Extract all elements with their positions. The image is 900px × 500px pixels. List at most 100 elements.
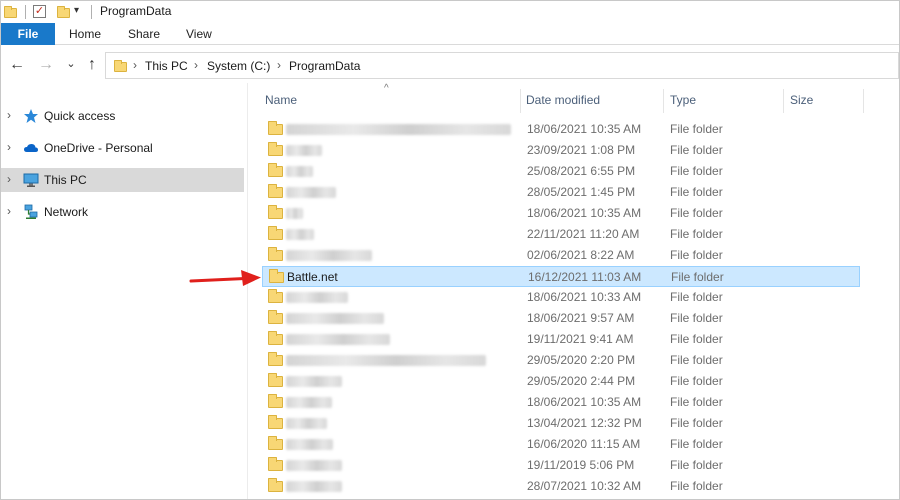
breadcrumb-programdata[interactable]: ProgramData — [289, 59, 360, 73]
breadcrumb-separator[interactable]: › — [194, 58, 198, 72]
file-type: File folder — [670, 311, 723, 325]
file-date-modified: 29/05/2020 2:44 PM — [527, 374, 636, 388]
file-row[interactable]: 18/06/2021 10:35 AM File folder — [262, 392, 860, 413]
file-row[interactable]: 28/05/2021 1:45 PM File folder — [262, 182, 860, 203]
column-header-type[interactable]: Type — [670, 93, 696, 111]
file-explorer-window: ✓ ▾ ProgramData File Home Share View ← →… — [0, 0, 900, 500]
file-date-modified: 13/04/2021 12:32 PM — [527, 416, 642, 430]
address-bar[interactable]: › This PC › System (C:) › ProgramData — [105, 52, 899, 79]
folder-icon — [268, 394, 283, 408]
breadcrumb-separator[interactable]: › — [277, 58, 281, 72]
folder-icon — [268, 478, 283, 492]
file-row[interactable]: 02/06/2021 8:22 AM File folder — [262, 245, 860, 266]
forward-icon[interactable]: → — [38, 57, 54, 73]
file-row[interactable]: 23/09/2021 1:08 PM File folder — [262, 140, 860, 161]
properties-check-icon[interactable]: ✓ — [33, 5, 46, 18]
redacted-file-name — [286, 376, 342, 387]
file-row[interactable]: 18/06/2021 10:35 AM File folder — [262, 203, 860, 224]
file-date-modified: 22/11/2021 11:20 AM — [527, 227, 640, 241]
tab-view[interactable]: View — [186, 23, 212, 45]
new-folder-icon[interactable] — [57, 6, 70, 18]
folder-icon — [268, 163, 283, 177]
recent-locations-chevron-icon[interactable]: ⌄ — [63, 56, 79, 72]
customize-toolbar-dropdown-icon[interactable]: ▾ — [74, 5, 79, 16]
toolbar-divider — [91, 5, 92, 19]
sidebar-item-network[interactable]: › Network — [1, 200, 244, 224]
file-type: File folder — [670, 458, 723, 472]
network-icon — [24, 204, 38, 219]
sidebar-item-this-pc[interactable]: › This PC — [1, 168, 244, 192]
column-divider[interactable] — [663, 89, 664, 113]
redacted-file-name — [286, 229, 314, 240]
file-row[interactable]: 18/06/2021 10:33 AM File folder — [262, 287, 860, 308]
file-date-modified: 18/06/2021 9:57 AM — [527, 311, 635, 325]
expand-chevron-icon[interactable]: › — [7, 172, 11, 186]
file-row[interactable]: 29/05/2020 2:20 PM File folder — [262, 350, 860, 371]
breadcrumb-system-c[interactable]: System (C:) — [207, 59, 270, 73]
sidebar-item-onedrive[interactable]: › OneDrive - Personal — [1, 136, 244, 160]
file-row[interactable]: 29/05/2020 2:44 PM File folder — [262, 371, 860, 392]
expand-chevron-icon[interactable]: › — [7, 204, 11, 218]
column-header-name[interactable]: Name — [265, 93, 297, 111]
navigation-bar: ← → ⌄ ↑ › This PC › System (C:) › Progra… — [1, 49, 899, 83]
folder-icon — [268, 205, 283, 219]
file-type: File folder — [670, 122, 723, 136]
file-type: File folder — [670, 227, 723, 241]
column-header-date-modified[interactable]: Date modified — [526, 93, 600, 111]
column-divider[interactable] — [783, 89, 784, 113]
file-row[interactable]: 19/11/2019 5:06 PM File folder — [262, 455, 860, 476]
file-row[interactable]: 22/11/2021 11:20 AM File folder — [262, 224, 860, 245]
file-row[interactable]: 18/06/2021 10:35 AM File folder — [262, 119, 860, 140]
file-row[interactable]: 13/04/2021 12:32 PM File folder — [262, 413, 860, 434]
back-icon[interactable]: ← — [9, 57, 25, 73]
file-row[interactable]: 28/07/2021 10:32 AM File folder — [262, 476, 860, 497]
column-header-size[interactable]: Size — [790, 93, 813, 111]
tab-home[interactable]: Home — [69, 23, 101, 45]
tab-file[interactable]: File — [1, 23, 55, 45]
file-type: File folder — [670, 248, 723, 262]
folder-icon — [268, 331, 283, 345]
file-date-modified: 28/05/2021 1:45 PM — [527, 185, 636, 199]
star-icon — [24, 109, 38, 123]
cloud-icon — [24, 144, 38, 152]
sidebar-item-quick-access[interactable]: › Quick access — [1, 104, 244, 128]
sort-ascending-icon: ^ — [384, 83, 389, 94]
window-title: ProgramData — [100, 4, 172, 18]
file-row[interactable]: 25/08/2021 6:55 PM File folder — [262, 161, 860, 182]
up-icon[interactable]: ↑ — [84, 57, 100, 73]
folder-icon — [114, 60, 127, 72]
annotation-arrow — [189, 270, 261, 286]
file-date-modified: 18/06/2021 10:35 AM — [527, 122, 642, 136]
column-divider[interactable] — [863, 89, 864, 113]
expand-chevron-icon[interactable]: › — [7, 108, 11, 122]
file-date-modified: 19/11/2021 9:41 AM — [527, 332, 634, 346]
redacted-file-name — [286, 460, 342, 471]
folder-icon — [268, 436, 283, 450]
file-date-modified: 19/11/2019 5:06 PM — [527, 458, 635, 472]
expand-chevron-icon[interactable]: › — [7, 140, 11, 154]
sidebar-item-label: This PC — [44, 173, 87, 187]
file-row[interactable]: 18/06/2021 9:57 AM File folder — [262, 308, 860, 329]
file-date-modified: 25/08/2021 6:55 PM — [527, 164, 636, 178]
file-row[interactable]: 19/11/2021 9:41 AM File folder — [262, 329, 860, 350]
redacted-file-name — [286, 166, 313, 177]
column-divider[interactable] — [520, 89, 521, 113]
file-row[interactable]: 16/06/2020 11:15 AM File folder — [262, 434, 860, 455]
tab-share[interactable]: Share — [128, 23, 160, 45]
redacted-file-name — [286, 292, 348, 303]
file-date-modified: 28/07/2021 10:32 AM — [527, 479, 642, 493]
sidebar-item-label: Quick access — [44, 109, 116, 123]
file-type: File folder — [671, 270, 724, 284]
folder-icon — [268, 121, 283, 135]
folder-icon[interactable] — [4, 6, 17, 18]
title-bar: ✓ ▾ ProgramData — [1, 1, 899, 23]
folder-icon — [268, 457, 283, 471]
ribbon-tabs: File Home Share View — [1, 23, 899, 45]
redacted-file-name — [286, 439, 333, 450]
breadcrumb-separator[interactable]: › — [133, 58, 137, 72]
file-type: File folder — [670, 395, 723, 409]
folder-icon — [268, 373, 283, 387]
folder-icon — [268, 142, 283, 156]
breadcrumb-this-pc[interactable]: This PC — [145, 59, 188, 73]
file-row[interactable]: Battle.net 16/12/2021 11:03 AM File folder — [262, 266, 860, 287]
